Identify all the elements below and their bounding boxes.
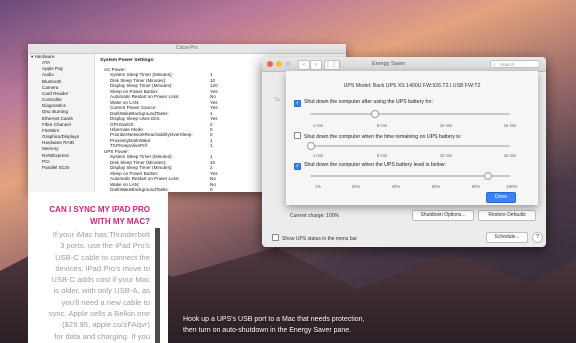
option-time-remaining[interactable]: Shut down the computer when the time rem… [294,132,461,140]
window-title: Energy Saver [372,61,406,67]
checkbox-checked-icon[interactable]: ✓ [294,100,301,107]
tick-label: 80% [471,184,481,189]
help-button[interactable]: ? [532,232,543,243]
restore-defaults-button[interactable]: Restore Defaults [478,210,536,221]
setting-key: Wake on LAN: [110,99,140,105]
sidebar: ▾ Hardware ATA Apple Pay Audio Bluetooth Came… [28,54,95,192]
setting-key: Sleep on Power Button: [110,88,159,94]
level-slider[interactable] [310,172,510,180]
tick-label: 40% [391,184,401,189]
ups-shutdown-sheet: UPS Model: Back UPS XS 1400U FW:926.T2.I… [286,71,538,205]
sidebar-headline: CAN I SYNC MY IPAD PRO WITH MY MAC? [38,204,150,228]
option-battery-level[interactable]: ✓ Shut down the computer when the UPS bat… [294,162,446,170]
setting-value: 0 [210,186,213,192]
background-pane-label: Tu [274,97,280,103]
setting-key: DarkWakeBackgroundTasks: [110,110,169,116]
tick-label: 1% [314,184,322,189]
tick-label: 15 min [503,123,517,128]
setting-key: Disk Sleep Timer (Minutes): [110,159,167,165]
article-line: USB-C cable to connect the [55,252,150,262]
headline-line-1: CAN I SYNC MY IPAD PRO [49,205,150,214]
search-field[interactable]: ⌕ Search [490,60,540,68]
time-slider[interactable] [310,110,510,118]
article-line: ($29.95, apple.co/zFAqvr) [61,320,150,330]
setting-key: Automatic Restart on Power Loss: [110,94,180,100]
checkbox-unchecked-icon[interactable] [294,132,301,139]
zoom-button[interactable] [285,61,291,67]
article-line: 3 ports, use the iPad Pro's [60,241,150,251]
tick-label: 10 min [439,153,453,158]
search-placeholder: Search [500,62,515,67]
slider-thumb[interactable] [484,172,492,180]
tick-label: 1 min [312,123,324,128]
energy-saver-window: ‹ › ⋮⋮⋮ Energy Saver ⌕ Search Tu Current… [262,57,546,247]
article-line: for data and charging. If you [54,331,150,341]
setting-key: ProximityDarkWake: [110,137,152,143]
close-button[interactable] [267,61,273,67]
minimize-button[interactable] [276,61,282,67]
tick-label: 5 min [376,153,388,158]
show-status-checkbox[interactable] [272,234,279,241]
tick-label: 20% [351,184,361,189]
done-button[interactable]: Done [486,192,516,203]
article-line: you'll need a new cable to [61,297,150,307]
setting-key: Hibernate Mode: [110,126,144,132]
back-icon[interactable]: ‹ [298,60,310,70]
setting-key: GPUSwitch: [110,121,135,127]
setting-key: System Sleep Timer (Minutes): [110,72,173,78]
schedule-button[interactable]: Schedule... [486,232,528,243]
sidebar-item[interactable]: Parallel SCSI [28,165,94,171]
setting-key: PrioritizeNetworkReachabilityOverSleep: [110,132,193,138]
ups-model-label: UPS Model: Back UPS XS 1400U FW:926.T2.I… [343,83,481,89]
article-body: If your iMac has Thunderbolt 3 ports, use… [34,229,150,342]
checkbox-checked-icon[interactable]: ✓ [294,163,301,170]
headline-line-2: WITH MY MAC? [90,217,150,226]
article-line: devices. iPad Pro's move to [55,263,150,273]
caption-line-1: Hook up a UPS's USB port to a Mac that n… [183,316,365,323]
tick-label: 10 min [439,123,453,128]
setting-key: AC Power: [104,67,126,72]
setting-key: Display Sleep Timer (Minutes): [110,83,173,89]
option-label: Shut down the computer when the UPS batt… [304,162,446,168]
tick-label: 15 min [503,153,517,158]
setting-key: Display Sleep Timer (Minutes): [110,165,173,171]
forward-icon[interactable]: › [310,60,322,70]
tick-label: 100% [506,184,518,189]
setting-key: UPS Power: [104,148,130,154]
option-label: Shut down the computer when the time rem… [304,134,462,140]
tick-label: 60% [431,184,441,189]
tick-label: 5 min [376,123,388,128]
slider-thumb[interactable] [371,110,379,118]
slider-thumb[interactable] [307,142,315,150]
setting-key: Current Power Source: [110,105,157,111]
setting-key: TCPKeepAlivePrif: [110,143,149,149]
setting-key: Disk Sleep Timer (Minutes): [110,77,167,83]
current-charge-label: Current charge: 100% [290,213,339,219]
setting-key: Wake on LAN: [110,181,140,187]
option-label: Shut down the computer after using the U… [304,99,433,105]
setting-key: Sleep on Power Button: [110,170,159,176]
option-battery-time[interactable]: ✓ Shut down the computer after using the … [294,99,433,107]
setting-key: Display Sleep Uses Dim: [110,116,161,122]
article-line: USB-C adds cost if your Mac [51,275,150,285]
show-status-label: Show UPS status in the menu bar [282,236,358,242]
article-line: If your iMac has Thunderbolt [52,230,150,239]
figure-caption: Hook up a UPS's USB port to a Mac that n… [183,315,365,336]
setting-key: Automatic Restart on Power Loss: [110,176,180,182]
grid-icon[interactable]: ⋮⋮⋮ [324,60,343,70]
article-line: sync. Apple sells a Belkin one [48,309,150,319]
remaining-slider[interactable] [307,142,510,150]
setting-key: System Sleep Timer (Minutes): [110,154,173,160]
show-status-option[interactable]: Show UPS status in the menu bar [272,234,357,242]
tick-label: 1 min [312,153,324,158]
column-divider [155,228,160,343]
caption-line-2: then turn on auto-shutdown in the Energy… [183,326,352,334]
search-icon: ⌕ [493,62,496,67]
shutdown-options-button[interactable]: Shutdown Options... [412,210,474,221]
title-bar: ‹ › ⋮⋮⋮ Energy Saver ⌕ Search [262,57,546,72]
article-line: is older, with only USB-A, as [53,286,150,296]
window-title: Cdcw Pro [28,44,346,54]
